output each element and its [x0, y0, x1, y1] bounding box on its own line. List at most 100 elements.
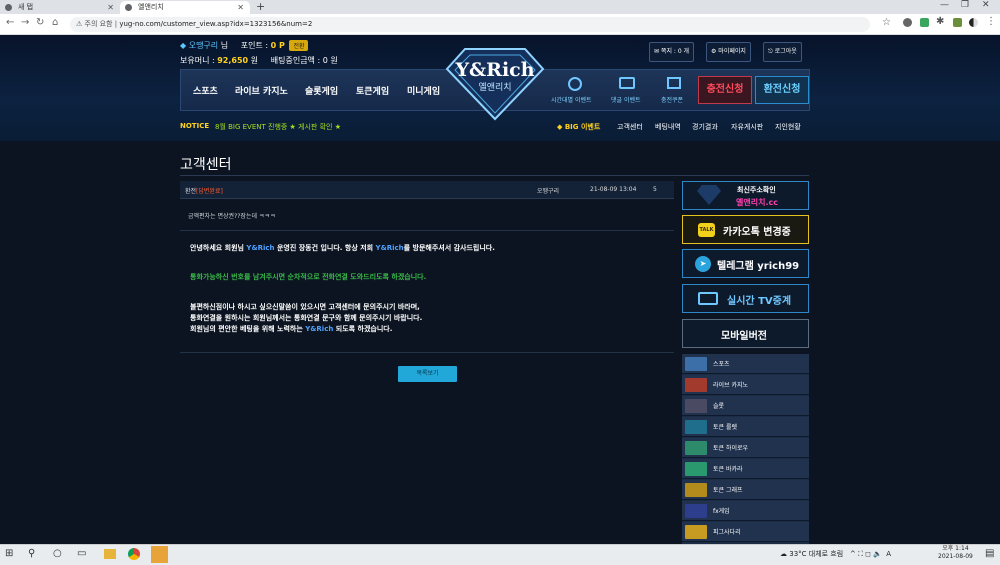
- event-comment[interactable]: 댓글 이벤트: [611, 95, 641, 104]
- convert-button[interactable]: 전환: [289, 40, 309, 51]
- telegram-box[interactable]: ➤ 텔레그램 yrich99: [682, 249, 809, 278]
- extension-icon[interactable]: [903, 18, 912, 27]
- telegram-label: 텔레그램 yrich99: [717, 261, 800, 272]
- tab-label: 새 탭: [18, 3, 34, 11]
- mypage-button[interactable]: ⚙ 마이페이지: [706, 42, 751, 62]
- points-value: 0 P: [270, 41, 285, 50]
- close-window-icon[interactable]: ✕: [982, 0, 990, 10]
- tab-active[interactable]: 옐앤리치 ✕: [120, 1, 250, 14]
- minimize-icon[interactable]: —: [940, 0, 949, 10]
- list-view-button[interactable]: 목록보기: [398, 366, 457, 382]
- diamond-icon: ◆: [180, 41, 187, 50]
- message-button[interactable]: ✉ 쪽지 : 0 개: [649, 42, 695, 62]
- yrich-logo[interactable]: Y&Rich 옐앤리치: [445, 43, 545, 121]
- mobile-version-box[interactable]: 모바일버전: [682, 319, 809, 348]
- status-badge: [답변완료]: [196, 188, 223, 195]
- puzzle-icon[interactable]: ✱: [936, 16, 944, 27]
- game-list-item[interactable]: 슬롯: [682, 396, 809, 416]
- profile-icon[interactable]: [969, 18, 978, 27]
- extension-icon[interactable]: [920, 18, 929, 27]
- home-icon[interactable]: ⌂: [52, 17, 58, 28]
- game-list-item[interactable]: 토큰 룰렛: [682, 417, 809, 437]
- close-tab-icon[interactable]: ✕: [237, 1, 244, 14]
- game-thumbnail: [685, 357, 707, 371]
- globe-icon: [5, 4, 12, 11]
- tv-icon: [698, 292, 718, 305]
- event-time[interactable]: 시간대별 이벤트: [551, 95, 592, 104]
- file-explorer-icon[interactable]: [104, 549, 116, 559]
- live-tv-box[interactable]: 실시간 TV중계: [682, 284, 809, 313]
- cortana-icon[interactable]: ○: [53, 548, 62, 559]
- nav-token-games[interactable]: 토큰게임: [356, 84, 389, 97]
- withdraw-request-button[interactable]: 환전신청: [755, 76, 809, 104]
- ime-indicator[interactable]: A: [886, 550, 891, 558]
- link-referrals[interactable]: 지인현황: [775, 122, 801, 132]
- post-category: 환전[답변완료]: [185, 186, 223, 195]
- domain-value: 옐앤리치.cc: [736, 198, 778, 207]
- money-unit: 원: [250, 56, 259, 65]
- clock-date: 2021-08-09: [938, 553, 973, 560]
- game-label: 토큰 룰렛: [713, 424, 737, 431]
- big-event-link[interactable]: ◆ BIG 이벤트: [557, 122, 600, 132]
- sticky-app-icon[interactable]: [151, 546, 168, 563]
- extension-icon[interactable]: [953, 18, 962, 27]
- user-suffix: 님: [220, 41, 229, 50]
- game-list-item[interactable]: 스포츠: [682, 354, 809, 374]
- nav-live-casino[interactable]: 라이브 카지노: [235, 84, 288, 97]
- system-tray: ☁ 33°C 대체로 흐림 ^ ⛶ ◻ 🔈 A: [780, 550, 892, 558]
- link-bet-history[interactable]: 베팅내역: [655, 122, 681, 132]
- event-coupon[interactable]: 충전쿠폰: [661, 95, 683, 104]
- maximize-icon[interactable]: ❐: [961, 0, 969, 10]
- notification-icon[interactable]: ▤: [985, 548, 994, 559]
- tab-new[interactable]: 새 탭 ✕: [0, 1, 120, 14]
- charge-request-button[interactable]: 충전신청: [698, 76, 752, 104]
- game-label: 피그사다리: [713, 529, 741, 536]
- link-free-board[interactable]: 자유게시판: [731, 122, 763, 132]
- diamond-icon: ◆: [557, 123, 563, 131]
- tab-label: 옐앤리치: [138, 3, 164, 11]
- logo-text: Y&Rich: [454, 59, 534, 81]
- game-list: 스포츠라이브 카지노슬롯토큰 룰렛토큰 하이로우토큰 바카라토큰 그래프 fx게임…: [682, 354, 809, 544]
- new-tab-button[interactable]: +: [256, 0, 265, 13]
- user-info: ◆ 오땡구리 님 포인트 : 0 P 전환: [180, 40, 309, 51]
- game-label: 슬롯: [713, 403, 725, 410]
- nav-mini-games[interactable]: 미니게임: [407, 84, 440, 97]
- game-label: fx게임: [713, 508, 730, 515]
- reload-icon[interactable]: ↻: [36, 17, 44, 28]
- weather-text[interactable]: 33°C 대체로 흐림: [789, 550, 843, 558]
- points-label: 포인트 :: [240, 41, 269, 50]
- forward-icon[interactable]: →: [21, 17, 29, 28]
- game-list-item[interactable]: fx게임: [682, 501, 809, 521]
- game-list-item[interactable]: 토큰 바카라: [682, 459, 809, 479]
- task-view-icon[interactable]: ▭: [77, 548, 86, 559]
- game-label: 토큰 바카라: [713, 466, 743, 473]
- closing-line: 불편하신점이나 하시고 싶으신말씀이 있으시면 고객센터에 문의주시기 바라며,: [190, 303, 420, 311]
- game-list-item[interactable]: 토큰 하이로우: [682, 438, 809, 458]
- post-date: 21-08-09 13:04: [590, 186, 637, 193]
- kakao-box[interactable]: TALK 카카오톡 변경중: [682, 215, 809, 244]
- clock[interactable]: 오후 1:14 2021-08-09: [938, 545, 973, 561]
- bookmark-star-icon[interactable]: ☆: [882, 17, 891, 28]
- greeting-part: 를 방문해주셔서 감사드립니다.: [403, 244, 495, 252]
- answer-closing: 불편하신점이나 하시고 싶으신말씀이 있으시면 고객센터에 문의주시기 바라며,…: [190, 302, 422, 335]
- address-input[interactable]: ⚠ 주의 요함 | yug-no.com/customer_view.asp?i…: [70, 17, 870, 32]
- nav-slots[interactable]: 슬롯게임: [305, 84, 338, 97]
- notice-text[interactable]: 8월 BIG EVENT 진행중 ★ 게시판 확인 ★: [215, 122, 341, 132]
- menu-icon[interactable]: ⋮: [986, 16, 996, 27]
- logout-label: 로그아웃: [774, 48, 797, 55]
- game-label: 스포츠: [713, 361, 730, 368]
- logout-button[interactable]: ⎋ 로그아웃: [763, 42, 802, 62]
- game-list-item[interactable]: 피그사다리: [682, 522, 809, 542]
- latest-domain-box[interactable]: 최신주소확인 옐앤리치.cc: [682, 181, 809, 210]
- windows-start-icon[interactable]: ⊞: [5, 548, 13, 559]
- search-icon[interactable]: ⚲: [28, 548, 35, 559]
- back-icon[interactable]: ←: [6, 17, 14, 28]
- chrome-icon[interactable]: [128, 548, 140, 560]
- link-results[interactable]: 경기결과: [692, 122, 718, 132]
- logo-subtext: 옐앤리치: [478, 81, 511, 93]
- close-tab-icon[interactable]: ✕: [107, 1, 114, 14]
- link-customer-center[interactable]: 고객센터: [617, 122, 643, 132]
- game-list-item[interactable]: 라이브 카지노: [682, 375, 809, 395]
- nav-sports[interactable]: 스포츠: [193, 84, 218, 97]
- game-list-item[interactable]: 토큰 그래프: [682, 480, 809, 500]
